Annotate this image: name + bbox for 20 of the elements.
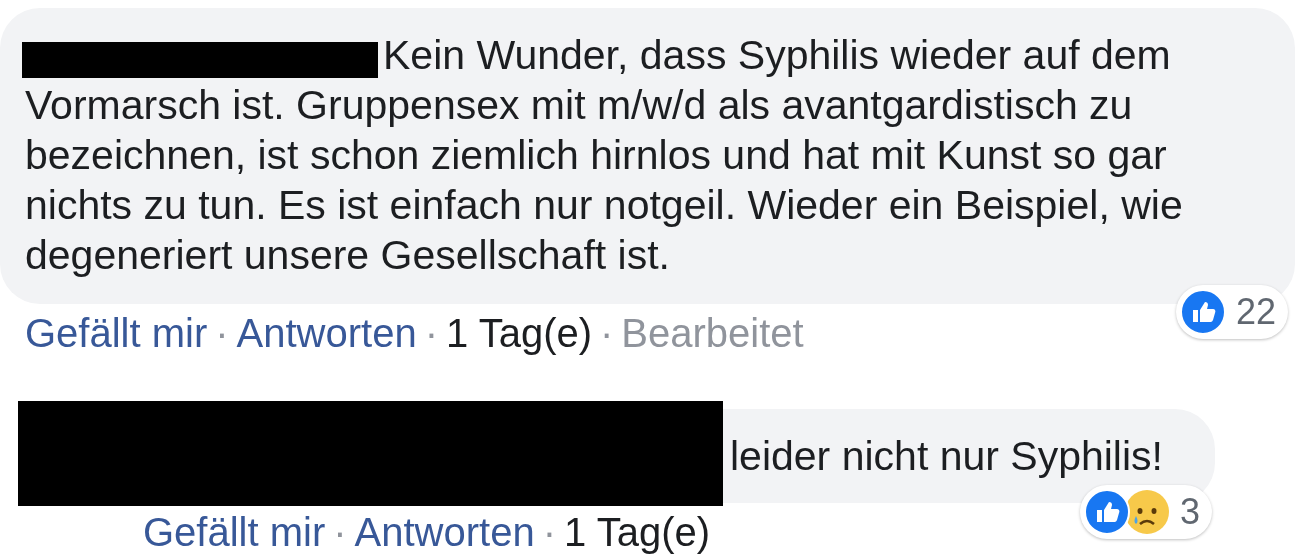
edited-label: Bearbeitet bbox=[621, 310, 804, 356]
reaction-badge[interactable]: 3 bbox=[1079, 485, 1212, 539]
like-icon bbox=[1083, 489, 1130, 535]
separator-dot: · bbox=[542, 509, 556, 555]
separator-dot: · bbox=[424, 310, 438, 356]
timestamp: 1 Tag(e) bbox=[446, 310, 593, 356]
action-link[interactable]: Gefällt mir bbox=[143, 509, 326, 555]
comment-text: Kein Wunder, dass Syphilis wieder auf dem Vormarsch ist. Gruppensex mit m/w/d als avantgardistisch zu bezeichnen, ist schon ziemlich hirnlos und hat mit Kunst so gar nichts zu tun. Es ist einfach nur notgeil. Wieder ein Beispiel, wie degeneriert unsere Gesellschaft ist. bbox=[25, 32, 1183, 278]
action-link[interactable]: Gefällt mir bbox=[25, 310, 208, 356]
action-link[interactable]: Antworten bbox=[354, 509, 535, 555]
timestamp: 1 Tag(e) bbox=[564, 509, 711, 555]
action-link[interactable]: Antworten bbox=[236, 310, 417, 356]
separator-dot: · bbox=[333, 509, 347, 555]
reaction-count: 22 bbox=[1235, 291, 1276, 333]
like-icon bbox=[1179, 289, 1226, 335]
comment-text: leider nicht nur Syphilis! bbox=[730, 433, 1163, 479]
reaction-count: 3 bbox=[1179, 491, 1200, 533]
reaction-badge[interactable]: 22 bbox=[1175, 285, 1288, 339]
separator-dot: · bbox=[215, 310, 229, 356]
separator-dot: · bbox=[600, 310, 614, 356]
